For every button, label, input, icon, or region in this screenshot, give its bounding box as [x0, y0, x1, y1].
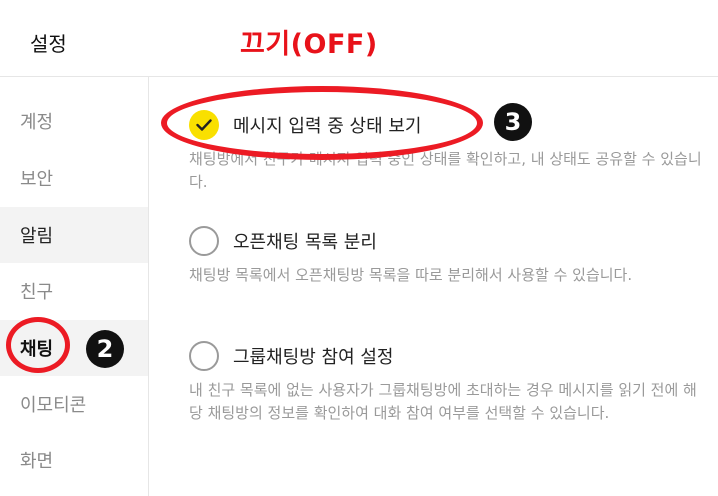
group-join-checkbox[interactable]: [189, 341, 219, 371]
sidebar-item-label: 친구: [20, 282, 54, 303]
sidebar-item-label: 알림: [20, 226, 54, 247]
openchat-separate-checkbox[interactable]: [189, 226, 219, 256]
annotation-badge-3: 3: [494, 103, 532, 141]
annotation-ring-chat: [6, 317, 70, 373]
sidebar-item-display[interactable]: 화면: [0, 432, 148, 488]
option-description: 채팅방 목록에서 오픈채팅방 목록을 따로 분리해서 사용할 수 있습니다.: [189, 266, 633, 284]
header: 설정 끄기(OFF): [0, 0, 718, 77]
sidebar-item-notifications[interactable]: 알림: [0, 207, 148, 263]
option-label: 그룹채팅방 참여 설정: [233, 347, 394, 368]
page-title: 설정: [30, 32, 67, 56]
sidebar-item-security[interactable]: 보안: [0, 150, 148, 206]
sidebar-item-label: 화면: [20, 451, 54, 472]
option-label: 오픈채팅 목록 분리: [233, 232, 377, 253]
option-group-join: 그룹채팅방 참여 설정 내 친구 목록에 없는 사용자가 그룹채팅방에 초대하는…: [189, 339, 709, 425]
sidebar-item-label: 보안: [20, 169, 54, 190]
option-openchat-separate: 오픈채팅 목록 분리 채팅방 목록에서 오픈채팅방 목록을 따로 분리해서 사용…: [189, 224, 709, 287]
sidebar: 계정 보안 알림 친구 채팅 이모티콘 화면: [0, 77, 149, 496]
annotation-badge-2: 2: [86, 330, 124, 368]
sidebar-item-account[interactable]: 계정: [0, 93, 148, 149]
sidebar-item-emoticons[interactable]: 이모티콘: [0, 376, 148, 432]
annotation-off-label: 끄기(OFF): [240, 29, 378, 60]
sidebar-item-friends[interactable]: 친구: [0, 263, 148, 319]
sidebar-item-label: 이모티콘: [20, 395, 87, 416]
option-description: 내 친구 목록에 없는 사용자가 그룹채팅방에 초대하는 경우 메시지를 읽기 …: [189, 381, 697, 422]
annotation-ring-typing-status: [161, 86, 483, 160]
sidebar-item-label: 계정: [20, 112, 54, 133]
